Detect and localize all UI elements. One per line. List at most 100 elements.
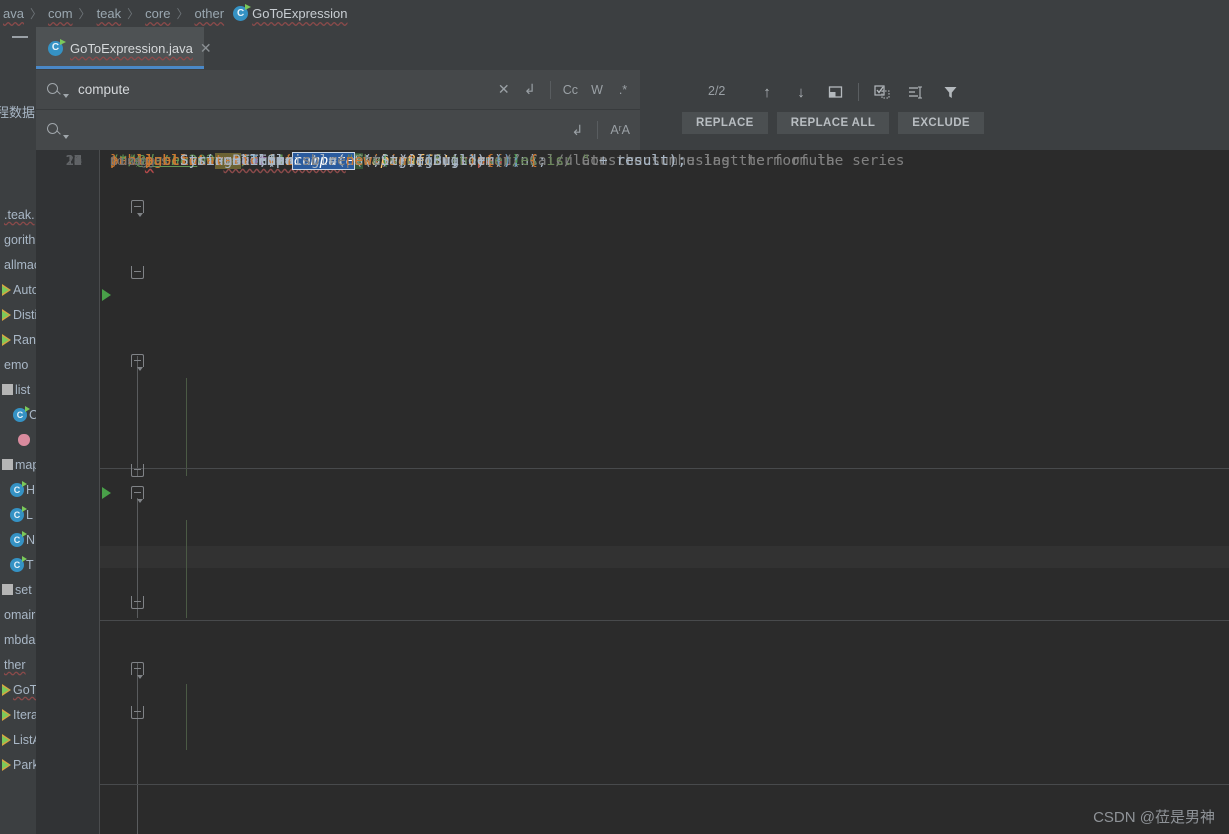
run-gutter-icon[interactable] [102,289,111,301]
breadcrumb-item-4[interactable]: other [193,6,225,21]
open-in-preview-icon[interactable] [818,78,852,106]
java-file-icon [2,308,11,321]
list-item[interactable]: Itera [0,702,36,727]
breadcrumb-separator: 〉 [127,7,140,21]
fold-marker[interactable] [131,266,144,279]
breadcrumb-item-1[interactable]: com [47,6,74,21]
list-item-label: omair [4,607,36,622]
code-editor[interactable]: 1 package com.teak.core.other; 2 3 /** 4… [36,150,1229,834]
breadcrumb: ava 〉 com 〉 teak 〉 core 〉 other C GoToEx… [0,0,1229,27]
fold-marker[interactable] [131,706,144,719]
list-item[interactable]: list [0,377,36,402]
breadcrumb-separator: 〉 [29,7,42,21]
chevron-down-icon[interactable] [63,94,69,98]
filter-icon[interactable] [933,78,967,106]
tab-gotoexpression-java[interactable]: C GoToExpression.java ✕ [36,27,212,69]
java-file-icon [2,683,11,696]
list-item[interactable]: emo [0,352,36,377]
method-separator [100,620,1229,621]
new-line-icon[interactable]: ↲ [570,120,584,140]
find-fields: ✕ ↲ Cc W .* ↲ AʳA [36,70,640,150]
divider [549,80,551,99]
breadcrumb-class[interactable]: GoToExpression [248,6,347,21]
replace-all-button[interactable]: REPLACE ALL [776,112,890,134]
new-line-icon[interactable]: ↲ [523,80,537,100]
breadcrumb-separator: 〉 [176,7,189,21]
list-item[interactable]: CT [0,552,36,577]
match-case-toggle[interactable]: Cc [563,80,578,100]
fold-marker[interactable] [131,662,144,679]
chevron-down-icon[interactable] [63,135,69,139]
list-item[interactable]: map [0,452,36,477]
method-separator [100,468,1229,469]
breadcrumb-item-0[interactable]: ava [2,6,25,21]
list-item[interactable]: mbda [0,627,36,652]
java-file-icon [2,283,11,296]
in-selection-glyph [909,85,922,99]
csdn-watermark: CSDN @莅是男神 [1093,809,1215,826]
list-item-label: map [15,457,36,472]
fold-marker[interactable] [131,354,144,371]
replace-button[interactable]: REPLACE [682,112,768,134]
list-item[interactable]: omair [0,602,36,627]
list-item[interactable]: Ran [0,327,36,352]
arrow-down-icon[interactable]: ↓ [784,78,818,106]
list-item[interactable]: CL [0,502,36,527]
list-item-selected[interactable]: GoT [0,677,36,702]
editor-gutter[interactable] [36,150,100,834]
list-item[interactable]: gorith [0,227,36,252]
search-icon[interactable] [46,82,62,98]
project-tree: .teak. gorith allmac Autc Disti Ran emo … [0,202,36,777]
preview-glyph [828,85,842,98]
list-item[interactable]: ther [0,652,36,677]
list-item[interactable] [0,427,36,452]
select-all-occurrences-icon[interactable] [865,78,899,106]
preserve-case-toggle[interactable]: AʳA [610,120,630,140]
regex-toggle[interactable]: .* [616,80,630,100]
words-toggle[interactable]: W [590,80,604,100]
list-item-label: Disti [13,307,36,322]
close-icon[interactable]: ✕ [497,80,511,100]
replace-field-row: ↲ AʳA [36,110,640,150]
java-class-icon: C [48,38,66,56]
list-item[interactable]: ListA [0,727,36,752]
search-icon[interactable] [46,122,62,138]
replace-input[interactable] [78,122,559,138]
list-item[interactable]: .teak. [0,202,36,227]
list-item-label: T [26,557,34,572]
fold-marker[interactable] [131,486,144,503]
code-line: 27 [36,150,1229,172]
tab-active-indicator [36,66,204,69]
list-item-label: Ran [13,332,36,347]
list-item-label: N [26,532,36,547]
fold-marker[interactable] [131,200,144,217]
gutter-divider [99,150,100,834]
search-input[interactable] [78,82,485,97]
breadcrumb-item-2[interactable]: teak [96,6,123,21]
list-item-label: GoT [13,682,36,697]
package-icon [2,384,13,395]
list-item[interactable]: allmac [0,252,36,277]
exclude-button[interactable]: EXCLUDE [898,112,985,134]
list-item[interactable]: CH [0,477,36,502]
list-item[interactable]: CN [0,527,36,552]
list-item[interactable]: set [0,577,36,602]
list-item-label: Park [13,757,36,772]
find-toolbar: 2/2 ↑ ↓ REPLACE REPLACE ALL EXCLUDE [640,70,1229,150]
divider [597,121,599,139]
list-item[interactable]: Disti [0,302,36,327]
arrow-up-icon[interactable]: ↑ [750,78,784,106]
list-item[interactable]: Autc [0,277,36,302]
close-icon[interactable]: ✕ [200,41,212,55]
minimize-icon[interactable] [12,36,28,38]
fold-marker[interactable] [131,596,144,609]
rail-clipped-label: 程数据 [0,105,36,120]
fold-marker[interactable] [131,464,144,477]
breadcrumb-item-3[interactable]: core [144,6,171,21]
list-item[interactable]: Park [0,752,36,777]
java-file-icon [2,333,11,346]
list-item-label: C [29,407,36,422]
in-selection-icon[interactable] [899,78,933,106]
list-item[interactable]: CC [0,402,36,427]
run-gutter-icon[interactable] [102,487,111,499]
